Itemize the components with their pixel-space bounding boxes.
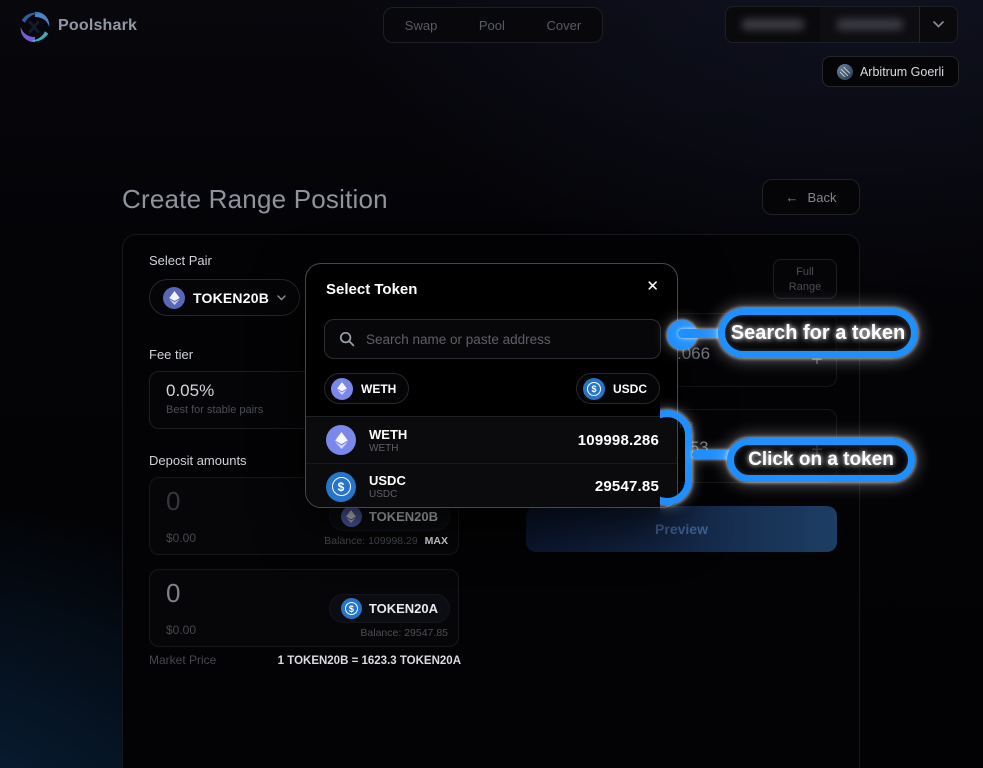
- page-title: Create Range Position: [122, 184, 388, 215]
- usdc-token-icon: $: [326, 472, 356, 502]
- wallet-dropdown-button[interactable]: [919, 7, 957, 42]
- main-nav: Swap Pool Cover: [383, 7, 603, 43]
- balance-value: 29547.85: [404, 627, 448, 639]
- fee-tier-label: Fee tier: [149, 347, 193, 362]
- full-range-button[interactable]: Full Range: [773, 259, 837, 299]
- deposit-amounts-label: Deposit amounts: [149, 453, 247, 468]
- balance-value: 109998.29: [368, 535, 418, 547]
- arbitrum-icon: [837, 64, 853, 80]
- deposit-input-token-out: 0 $0.00 $ TOKEN20A Balance: 29547.85: [149, 569, 459, 647]
- token-search-box: [324, 319, 661, 359]
- chevron-down-icon: [277, 295, 286, 301]
- search-icon: [339, 331, 355, 347]
- brand-name: Poolshark: [58, 17, 137, 35]
- modal-title: Select Token: [326, 281, 417, 298]
- poolshark-logo-icon: [16, 8, 54, 46]
- usdc-token-icon: $: [341, 598, 362, 619]
- eth-token-icon: [326, 425, 356, 455]
- select-token-modal: Select Token ✕ WETH $ USDC: [305, 263, 678, 508]
- market-price-value: 1 TOKEN20B = 1623.3 TOKEN20A: [278, 655, 461, 667]
- eth-token-icon: [331, 378, 353, 400]
- token-search-input[interactable]: [366, 332, 646, 347]
- back-label: Back: [808, 190, 837, 205]
- select-pair-label: Select Pair: [149, 253, 212, 268]
- app-root: Poolshark Swap Pool Cover Arbitrum Goerl…: [0, 0, 983, 768]
- network-label: Arbitrum Goerli: [860, 65, 944, 79]
- token-in-selector[interactable]: TOKEN20B: [149, 279, 300, 316]
- chevron-down-icon: [933, 21, 944, 28]
- callout-connector-click: [692, 450, 732, 459]
- token-symbol: TOKEN20B: [369, 509, 438, 524]
- token-row-usdc[interactable]: $ USDC USDC 29547.85: [306, 463, 677, 508]
- balance-row: Balance: 109998.29 MAX: [324, 535, 448, 547]
- nav-pool[interactable]: Pool: [479, 18, 505, 33]
- quick-token-weth[interactable]: WETH: [324, 373, 409, 404]
- back-arrow-icon: ←: [786, 190, 799, 205]
- quick-token-usdc[interactable]: $ USDC: [576, 373, 660, 404]
- token-list: WETH WETH 109998.286 $ USDC USDC 29547.8…: [306, 416, 677, 508]
- network-selector[interactable]: Arbitrum Goerli: [822, 56, 959, 87]
- back-button[interactable]: ← Back: [762, 179, 860, 215]
- usdc-token-icon: $: [583, 378, 605, 400]
- nav-cover[interactable]: Cover: [547, 18, 582, 33]
- callout-connector-search: [678, 329, 722, 338]
- token-out-pill[interactable]: $ TOKEN20A: [329, 594, 450, 623]
- amount-input[interactable]: 0: [166, 486, 180, 517]
- max-button[interactable]: MAX: [425, 535, 448, 547]
- wallet-address-redacted: [820, 7, 919, 42]
- token-balance: 109998.286: [578, 432, 659, 449]
- market-price-row: Market Price 1 TOKEN20B = 1623.3 TOKEN20…: [149, 653, 461, 667]
- token-balance: 29547.85: [595, 478, 659, 495]
- callout-search-for-token: Search for a token: [718, 308, 918, 358]
- market-price-label: Market Price: [149, 653, 216, 667]
- eth-token-icon: [341, 506, 362, 527]
- usd-value: $0.00: [166, 623, 196, 637]
- amount-input[interactable]: 0: [166, 578, 180, 609]
- close-icon[interactable]: ✕: [646, 277, 659, 295]
- token-in-symbol: TOKEN20B: [193, 290, 269, 306]
- token-symbol: TOKEN20A: [369, 601, 438, 616]
- balance-row: Balance: 29547.85: [360, 627, 448, 639]
- wallet-widget[interactable]: [725, 6, 958, 43]
- wallet-balance-redacted: [726, 7, 820, 42]
- eth-token-icon: [163, 287, 185, 309]
- callout-click-on-token: Click on a token: [727, 438, 915, 482]
- token-row-weth[interactable]: WETH WETH 109998.286: [306, 417, 677, 463]
- nav-swap[interactable]: Swap: [405, 18, 438, 33]
- usd-value: $0.00: [166, 531, 196, 545]
